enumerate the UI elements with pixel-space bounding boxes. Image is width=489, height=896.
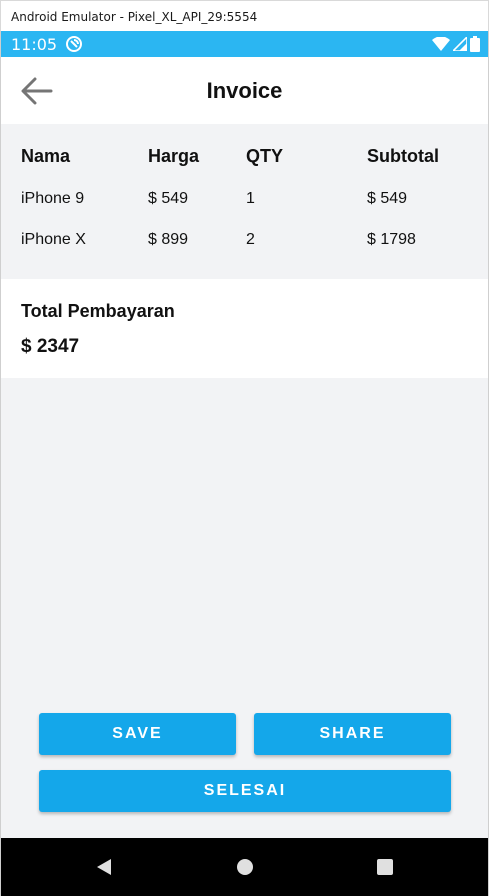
table-row: iPhone X $ 899 2 $ 1798: [1, 231, 488, 257]
emulator-window-title: Android Emulator - Pixel_XL_API_29:5554: [0, 0, 489, 31]
page-title: Invoice: [206, 78, 283, 103]
cell-qty: 1: [246, 190, 255, 207]
invoice-table: Nama Harga QTY Subtotal iPhone 9 $ 549 1…: [1, 124, 488, 279]
nav-home-icon[interactable]: [233, 855, 257, 879]
nav-back-icon[interactable]: [92, 855, 116, 879]
cell-subtotal: $ 1798: [367, 231, 416, 248]
app-notification-icon: [65, 35, 83, 53]
navigation-bar: [1, 838, 488, 896]
cell-subtotal: $ 549: [367, 190, 408, 207]
share-button[interactable]: SHARE: [254, 713, 451, 755]
header-qty: QTY: [246, 146, 284, 166]
cell-nama: iPhone X: [21, 231, 86, 248]
status-icons: [432, 35, 480, 57]
selesai-button[interactable]: SELESAI: [39, 770, 451, 812]
header-subtotal: Subtotal: [367, 146, 439, 166]
cell-harga: $ 549: [148, 190, 189, 207]
table-header-row: Nama Harga QTY Subtotal: [1, 146, 488, 172]
signal-icon: [451, 35, 468, 56]
status-bar: 11:05: [1, 31, 488, 57]
battery-icon: [470, 36, 480, 57]
total-value: $ 2347: [21, 336, 80, 357]
wifi-icon: [432, 36, 450, 56]
device-screen: 11:05 Invoice Nama Harga QTY Subtotal iP…: [0, 31, 489, 896]
table-row: iPhone 9 $ 549 1 $ 549: [1, 190, 488, 216]
header-harga: Harga: [148, 146, 200, 166]
total-label: Total Pembayaran: [21, 301, 175, 321]
cell-harga: $ 899: [148, 231, 189, 248]
total-card: Total Pembayaran $ 2347: [1, 279, 488, 378]
header-nama: Nama: [21, 146, 71, 166]
app-bar: Invoice: [1, 57, 488, 124]
cell-nama: iPhone 9: [21, 190, 85, 207]
cell-qty: 2: [246, 231, 255, 248]
status-time: 11:05: [11, 35, 58, 54]
nav-recents-icon[interactable]: [373, 855, 397, 879]
save-button[interactable]: SAVE: [39, 713, 236, 755]
